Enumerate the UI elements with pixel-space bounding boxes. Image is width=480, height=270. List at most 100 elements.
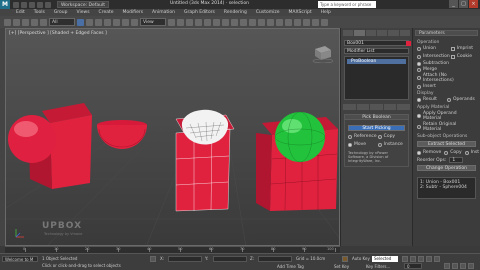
- x-coordinate-field[interactable]: [168, 256, 202, 262]
- set-key-button[interactable]: Set Key: [334, 264, 349, 269]
- select-manipulate-icon[interactable]: [177, 18, 184, 26]
- retain-original-material-radio[interactable]: Retain Original Material: [417, 122, 476, 132]
- insert-radio[interactable]: Insert: [417, 84, 476, 89]
- make-unique-icon[interactable]: [370, 104, 383, 110]
- utilities-tab[interactable]: [399, 30, 410, 36]
- selected-box-subtraction[interactable]: [175, 109, 235, 212]
- result-radio[interactable]: Result: [417, 97, 446, 102]
- operand-item[interactable]: 2: Subtr - Sphere004: [420, 185, 473, 190]
- pivot-center-icon[interactable]: [168, 18, 175, 26]
- hemisphere-bowl[interactable]: [97, 120, 147, 149]
- undo-icon[interactable]: [37, 1, 43, 8]
- close-button[interactable]: ×: [469, 0, 478, 8]
- extract-selected-button[interactable]: Extract Selected: [417, 141, 476, 147]
- snaps-toggle-icon[interactable]: [195, 18, 202, 26]
- search-input[interactable]: Type a keyword or phrase: [318, 1, 376, 8]
- key-filters-button[interactable]: Key Filters...: [366, 264, 390, 269]
- change-operation-button[interactable]: Change Operation: [417, 165, 476, 171]
- move-icon[interactable]: [113, 18, 120, 26]
- rendered-frame-icon[interactable]: [312, 18, 319, 26]
- object-name-field[interactable]: Box001: [344, 40, 411, 46]
- orbit-icon[interactable]: [460, 263, 466, 269]
- remove-modifier-icon[interactable]: [383, 104, 397, 110]
- angle-snap-icon[interactable]: [204, 18, 211, 26]
- unlink-icon[interactable]: [31, 18, 38, 26]
- hierarchy-tab[interactable]: [365, 30, 376, 36]
- menu-item[interactable]: Customize: [256, 10, 280, 15]
- configure-sets-icon[interactable]: [397, 104, 410, 110]
- motion-tab[interactable]: [376, 30, 388, 36]
- reference-coord-dropdown[interactable]: View: [140, 18, 166, 26]
- move-radio[interactable]: Move: [348, 142, 377, 147]
- render-setup-icon[interactable]: [303, 18, 310, 26]
- merge-radio[interactable]: Merge: [417, 67, 476, 72]
- previous-frame-icon[interactable]: [410, 256, 416, 262]
- copy-radio[interactable]: Copy: [377, 134, 405, 139]
- percent-snap-icon[interactable]: [213, 18, 220, 26]
- mirror-icon[interactable]: [240, 18, 247, 26]
- union-radio[interactable]: Union: [417, 46, 450, 51]
- align-icon[interactable]: [249, 18, 256, 26]
- selected-dropdown[interactable]: Selected: [372, 256, 398, 262]
- zoom-icon[interactable]: [444, 263, 450, 269]
- show-end-result-icon[interactable]: [356, 104, 370, 110]
- menu-item[interactable]: Edit: [16, 10, 25, 15]
- menu-item[interactable]: Group: [54, 10, 68, 15]
- pin-stack-icon[interactable]: [343, 104, 356, 110]
- undo-icon[interactable]: [4, 18, 11, 26]
- select-object-icon[interactable]: [77, 18, 84, 26]
- redo-icon[interactable]: [45, 1, 51, 8]
- auto-key-button[interactable]: Auto Key: [352, 256, 370, 261]
- workspace-dropdown[interactable]: Workspace: Default: [57, 1, 109, 8]
- reorder-spinner[interactable]: 1: [449, 157, 464, 163]
- open-file-icon[interactable]: [21, 1, 27, 8]
- play-icon[interactable]: [418, 256, 424, 262]
- go-to-end-icon[interactable]: [434, 256, 440, 262]
- select-by-name-icon[interactable]: [86, 18, 93, 26]
- display-tab[interactable]: [388, 30, 399, 36]
- reference-radio[interactable]: Reference: [348, 134, 377, 139]
- spinner-snap-icon[interactable]: [222, 18, 229, 26]
- keyboard-shortcut-icon[interactable]: [186, 18, 193, 26]
- menu-item[interactable]: Modifiers: [123, 10, 144, 15]
- material-editor-icon[interactable]: [294, 18, 301, 26]
- bind-space-warp-icon[interactable]: [40, 18, 47, 26]
- menu-item[interactable]: MAXScript: [289, 10, 312, 15]
- modify-tab[interactable]: [354, 30, 365, 36]
- redo-icon[interactable]: [13, 18, 20, 26]
- graphite-ribbon-icon[interactable]: [267, 18, 274, 26]
- menu-item[interactable]: Views: [77, 10, 90, 15]
- go-to-start-icon[interactable]: [402, 256, 408, 262]
- subtraction-radio[interactable]: Subtraction: [417, 61, 476, 66]
- minimize-button[interactable]: _: [449, 0, 458, 8]
- stack-item-proboolean[interactable]: ProBoolean: [347, 59, 406, 64]
- maximize-viewport-icon[interactable]: [468, 263, 474, 269]
- menu-item[interactable]: Tools: [34, 10, 45, 15]
- layer-manager-icon[interactable]: [258, 18, 265, 26]
- perspective-viewport[interactable]: [+] [Perspective ] [Shaded + Edged Faces…: [5, 28, 340, 246]
- add-time-tag[interactable]: Add Time Tag: [277, 264, 304, 269]
- start-picking-button[interactable]: Start Picking: [348, 125, 405, 131]
- create-tab[interactable]: [343, 30, 354, 36]
- modifier-list-dropdown[interactable]: Modifier List: [344, 48, 409, 54]
- menu-item[interactable]: Rendering: [224, 10, 247, 15]
- remove-radio[interactable]: Remove: [417, 150, 441, 155]
- rotate-icon[interactable]: [122, 18, 129, 26]
- selection-filter-dropdown[interactable]: All: [49, 18, 75, 26]
- menu-item[interactable]: Animation: [152, 10, 175, 15]
- maxscript-listener-field[interactable]: Welcome to M: [2, 256, 38, 262]
- maximize-button[interactable]: □: [459, 0, 468, 8]
- app-logo-icon[interactable]: M: [0, 0, 10, 9]
- lock-selection-icon[interactable]: [150, 256, 156, 262]
- set-key-icon[interactable]: [342, 256, 348, 262]
- imprint-checkbox[interactable]: Imprint: [450, 46, 476, 51]
- cookie-checkbox[interactable]: Cookie: [450, 54, 476, 59]
- timeline[interactable]: 0 10 20 30 40 50 60 70 80 90 100: [5, 246, 340, 253]
- apply-operand-material-radio[interactable]: Apply Operand Material: [417, 111, 476, 121]
- object-color-swatch[interactable]: [406, 41, 411, 46]
- z-coordinate-field[interactable]: [258, 256, 292, 262]
- next-frame-icon[interactable]: [426, 256, 432, 262]
- box-green-sphere[interactable]: [256, 111, 338, 211]
- selection-region-icon[interactable]: [95, 18, 102, 26]
- schematic-view-icon[interactable]: [285, 18, 292, 26]
